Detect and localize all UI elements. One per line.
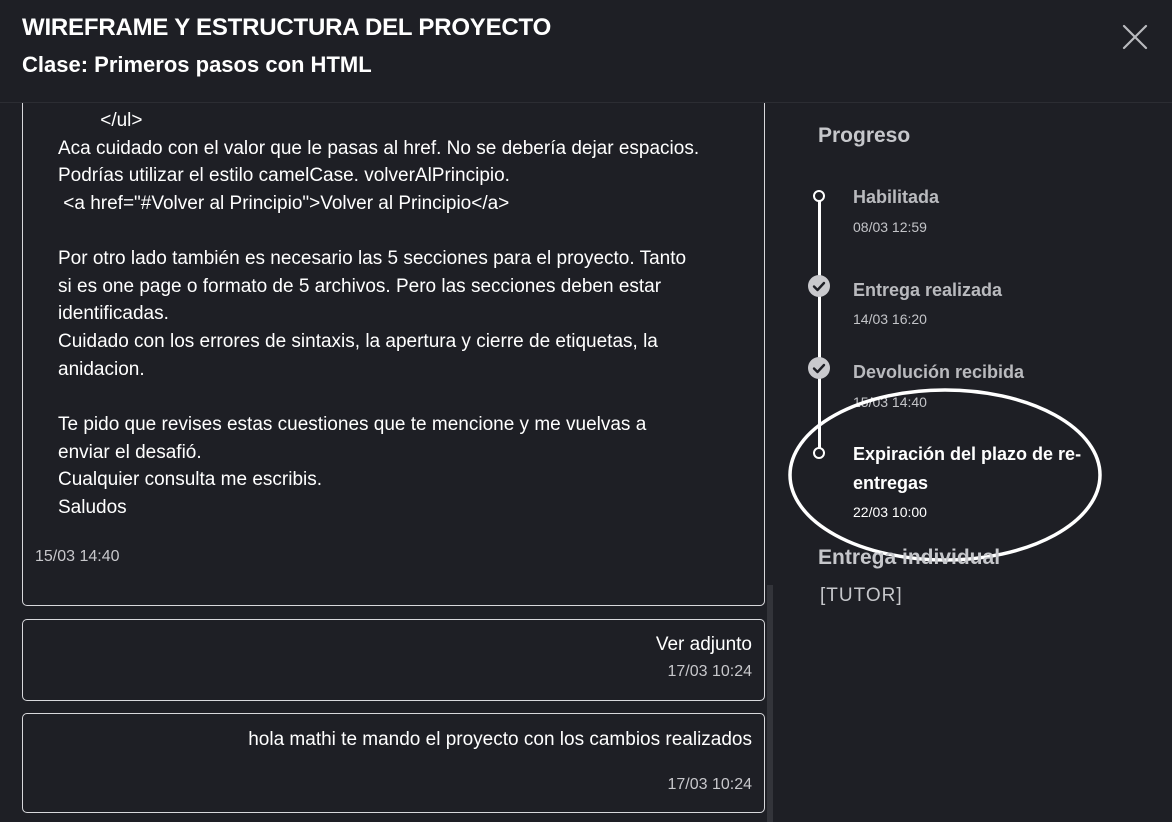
message-text: hola mathi te mando el proyecto con los … — [248, 729, 752, 750]
check-circle-icon — [808, 357, 830, 379]
close-icon[interactable] — [1121, 23, 1149, 51]
message-line: <a href="#Volver al Principio">Volver al… — [58, 193, 510, 214]
message-line: Saludos — [58, 497, 127, 518]
role-tag: [TUTOR] — [820, 585, 903, 606]
message-line: si es one page o formato de 5 archivos. … — [58, 276, 662, 297]
step-label-devolucion: Devolución recibida — [853, 362, 1025, 382]
message-timestamp: 17/03 10:24 — [667, 663, 752, 680]
message-line: identificadas. — [58, 303, 169, 324]
page-title: WIREFRAME Y ESTRUCTURA DEL PROYECTO — [22, 14, 552, 41]
message-line: Cualquier consulta me escribis. — [58, 469, 323, 490]
message-timestamp: 17/03 10:24 — [667, 776, 752, 793]
message-line: Te pido que revises estas cuestiones que… — [58, 414, 647, 435]
step-label-entrega: Entrega realizada — [853, 280, 1003, 300]
message-card: hola mathi te mando el proyecto con los … — [22, 713, 765, 813]
highlight-ellipse — [788, 388, 1102, 562]
scrollbar-thumb[interactable] — [767, 585, 773, 822]
message-card: Ver adjunto 17/03 10:24 — [22, 619, 765, 701]
message-line: Podrías utilizar el estilo camelCase. vo… — [58, 165, 510, 186]
message-line: enviar el desafió. — [58, 442, 202, 463]
message-timestamp: 15/03 14:40 — [35, 548, 120, 565]
message-line: Cuidado con los errores de sintaxis, la … — [58, 331, 658, 352]
check-circle-icon — [808, 275, 830, 297]
message-card: </ul> Aca cuidado con el valor que le pa… — [22, 103, 765, 606]
submission-title: Entrega individual — [818, 546, 1001, 569]
message-line: Aca cuidado con el valor que le pasas al… — [58, 138, 700, 159]
message-feed[interactable]: </ul> Aca cuidado con el valor que le pa… — [0, 103, 775, 822]
step-date: 08/03 12:59 — [853, 219, 927, 235]
attachment-link[interactable]: Ver adjunto — [656, 634, 752, 656]
step-label-habilitada: Habilitada — [853, 187, 940, 207]
circle-icon — [813, 190, 825, 202]
page-subtitle: Clase: Primeros pasos con HTML — [22, 52, 372, 77]
message-line: anidacion. — [58, 359, 145, 380]
message-line: </ul> — [58, 110, 143, 131]
step-date: 14/03 16:20 — [853, 311, 927, 327]
modal-header: WIREFRAME Y ESTRUCTURA DEL PROYECTO Clas… — [0, 0, 1172, 103]
message-line: Por otro lado también es necesario las 5… — [58, 248, 687, 269]
progress-title: Progreso — [818, 124, 911, 147]
